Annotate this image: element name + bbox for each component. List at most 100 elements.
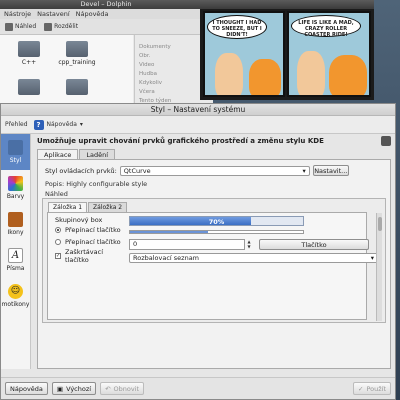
tab-fine-tuning[interactable]: Ladění (79, 149, 116, 159)
icons-icon (8, 212, 23, 227)
slider-fill (130, 231, 208, 233)
overview-button[interactable]: Přehled (5, 121, 28, 128)
apply-button[interactable]: ✓ Použít (352, 382, 391, 395)
widget-style-label: Styl ovládacích prvků: (45, 166, 117, 175)
folder-item[interactable] (58, 79, 96, 97)
help-icon: ? (33, 119, 44, 130)
chevron-down-icon: ▾ (370, 254, 374, 262)
places-item[interactable]: Včera (139, 88, 209, 97)
comic-titlebar (200, 0, 374, 9)
dialog-button-bar: Nápověda ▣ Výchozí ↶ Obnovit ✓ Použít (1, 377, 395, 399)
preview-icon (5, 22, 13, 31)
dolphin-titlebar: Devel – Dolphin (0, 0, 212, 9)
defaults-icon: ▣ (56, 384, 64, 393)
menu-tools[interactable]: Nástroje (4, 10, 31, 18)
comic-character-jon (297, 51, 325, 95)
settings-titlebar: Styl – Nastavení systému (1, 104, 395, 116)
comic-panel-1: I THOUGHT I HAD TO SNEEZE, BUT I DIDN'T! (203, 11, 285, 97)
apply-icon: ✓ (357, 384, 364, 393)
folder-icon (66, 79, 88, 95)
speech-bubble-1: I THOUGHT I HAD TO SNEEZE, BUT I DIDN'T! (207, 15, 267, 39)
dolphin-file-view[interactable]: C++ cpp_training (0, 35, 133, 112)
dolphin-toolbar: Náhled Rozdělit (0, 19, 212, 35)
comic-character-garfield (249, 59, 281, 95)
category-colors[interactable]: Barvy (1, 170, 30, 206)
split-icon (44, 22, 53, 31)
preview-combo-box[interactable]: Rozbalovací seznam ▾ (129, 253, 378, 263)
folder-item[interactable]: C++ (10, 41, 48, 66)
style-settings-pane: Umožňuje upravit chování prvků grafickéh… (37, 134, 391, 369)
help-button[interactable]: Nápověda (5, 382, 48, 395)
preview-tab-1[interactable]: Záložka 1 (48, 202, 88, 212)
progress-text: 70% (208, 218, 225, 226)
places-item[interactable]: Video (139, 61, 209, 70)
style-preview: Záložka 1 Záložka 2 Skupinový box Přepín… (42, 198, 386, 323)
folder-icon (18, 79, 40, 95)
style-icon (8, 140, 23, 155)
radio-indicator (55, 239, 61, 245)
chevron-down-icon: ▾ (302, 166, 306, 175)
defaults-button[interactable]: ▣ Výchozí (51, 382, 97, 395)
preview-content: Skupinový box Přepínací tlačítko Přepína… (47, 212, 382, 321)
preview-button[interactable]: Tlačítko (259, 239, 369, 250)
dolphin-menubar: Nástroje Nastavení Nápověda (0, 9, 212, 19)
fonts-icon: A (8, 248, 23, 263)
widget-style-select[interactable]: QtCurve ▾ (119, 165, 310, 176)
widget-style-row: Styl ovládacích prvků: QtCurve ▾ Nastavi… (45, 165, 349, 176)
category-style[interactable]: Styl (1, 134, 30, 170)
preview-tabs: Záložka 1 Záložka 2 (48, 202, 128, 212)
comic-panel-2: LIFE IS LIKE A MAD, CRAZY ROLLER COASTER… (287, 11, 371, 97)
category-list: Styl Barvy Ikony A Písma ☺ motikony (1, 134, 31, 369)
group-box: Skupinový box Přepínací tlačítko Přepína… (51, 216, 121, 276)
system-settings-window: Styl – Nastavení systému Přehled ? Nápov… (0, 103, 396, 400)
progress-bar: 70% (129, 216, 304, 226)
folder-icon (66, 41, 88, 57)
tab-content: Styl ovládacích prvků: QtCurve ▾ Nastavi… (37, 159, 391, 369)
category-emoticons[interactable]: ☺ motikony (1, 278, 30, 314)
spin-arrows[interactable]: ▲ ▼ (245, 239, 253, 250)
folder-item[interactable] (10, 79, 48, 97)
comic-window: I THOUGHT I HAD TO SNEEZE, BUT I DIDN'T!… (200, 0, 374, 100)
colors-icon (8, 176, 23, 191)
menu-settings[interactable]: Nastavení (37, 10, 70, 18)
spin-box[interactable]: 0 ▲ ▼ (129, 239, 253, 250)
configure-style-button[interactable]: Nastavit... (312, 165, 349, 176)
reset-icon: ↶ (105, 384, 111, 393)
comic-character-garfield (329, 55, 367, 95)
preview-tab-2[interactable]: Záložka 2 (88, 202, 128, 212)
style-description: Popis: Highly configurable style (45, 180, 148, 188)
help-menu-button[interactable]: ? Nápověda ▾ (33, 119, 83, 130)
preview-toggle-button[interactable]: Náhled (5, 22, 36, 31)
tab-applications[interactable]: Aplikace (37, 149, 79, 159)
scrollbar-thumb[interactable] (378, 217, 382, 231)
reset-button[interactable]: ↶ Obnovit (100, 382, 145, 395)
places-item[interactable]: Dokumenty (139, 43, 209, 52)
group-box-title: Skupinový box (55, 216, 103, 224)
spin-box-value[interactable]: 0 (129, 239, 245, 250)
radio-indicator (55, 227, 61, 233)
category-fonts[interactable]: A Písma (1, 242, 30, 278)
page-title: Umožňuje upravit chování prvků grafickéh… (37, 137, 324, 145)
checkbox-indicator: ✓ (55, 253, 61, 259)
speech-bubble-2: LIFE IS LIKE A MAD, CRAZY ROLLER COASTER… (291, 15, 361, 38)
emoticons-icon: ☺ (8, 284, 23, 299)
places-item[interactable]: Obr. (139, 52, 209, 61)
slider[interactable] (129, 230, 304, 234)
menu-help[interactable]: Nápověda (76, 10, 109, 18)
checkbox[interactable]: ✓ Zaškrtávací tlačítko (55, 248, 121, 264)
places-item[interactable]: Hudba (139, 70, 209, 79)
folder-icon (18, 41, 40, 57)
radio-button-2[interactable]: Přepínací tlačítko (55, 236, 121, 248)
settings-tabs: Aplikace Ladění (37, 149, 391, 159)
radio-button-1[interactable]: Přepínací tlačítko (55, 224, 121, 236)
chevron-down-icon: ▾ (79, 121, 83, 128)
preview-label: Náhled (45, 190, 68, 198)
settings-toolbar: Přehled ? Nápověda ▾ (1, 116, 395, 134)
comic-character-jon (215, 53, 243, 95)
split-button[interactable]: Rozdělit (44, 22, 78, 31)
category-icons[interactable]: Ikony (1, 206, 30, 242)
folder-item[interactable]: cpp_training (58, 41, 96, 66)
module-icon (381, 136, 391, 146)
preview-scrollbar[interactable] (376, 213, 382, 321)
places-item[interactable]: Kdykoliv (139, 79, 209, 88)
